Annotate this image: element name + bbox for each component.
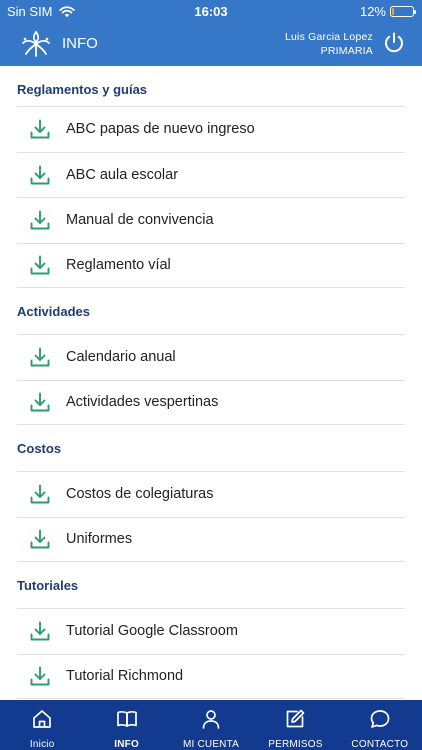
- home-icon: [31, 708, 53, 735]
- battery-fill: [392, 8, 394, 15]
- tab-label: CONTACTO: [351, 739, 409, 750]
- download-item[interactable]: ABC aula escolar: [17, 151, 405, 198]
- school-logo-icon: [22, 30, 50, 57]
- app-header: INFO Luis Garcia Lopez PRIMARIA: [0, 22, 422, 66]
- download-item-label: Tutorial Richmond: [66, 668, 184, 685]
- logout-power-icon[interactable]: [382, 31, 406, 55]
- download-item[interactable]: Reglamento víal: [17, 242, 405, 288]
- download-icon: [29, 346, 51, 368]
- download-item-label: Actividades vespertinas: [66, 394, 219, 411]
- tab-inicio[interactable]: Inicio: [0, 700, 84, 750]
- tab-label: MI CUENTA: [182, 739, 240, 750]
- download-item-label: Calendario anual: [66, 349, 176, 366]
- section-title: Tutoriales: [17, 578, 79, 593]
- user-level: PRIMARIA: [320, 45, 373, 57]
- download-icon: [29, 118, 51, 140]
- battery-icon: [390, 6, 416, 17]
- header-title: INFO: [62, 35, 98, 52]
- tab-label: PERMISOS: [268, 739, 323, 750]
- download-item-label: Manual de convivencia: [66, 212, 214, 229]
- download-item-label: Costos de colegiaturas: [66, 486, 214, 503]
- download-item-label: ABC papas de nuevo ingreso: [66, 121, 255, 138]
- section-title: Costos: [17, 441, 62, 456]
- download-icon: [29, 665, 51, 687]
- tab-contacto[interactable]: CONTACTO: [338, 700, 422, 750]
- tab-mi-cuenta[interactable]: MI CUENTA: [169, 700, 253, 750]
- download-icon: [29, 391, 51, 413]
- download-item[interactable]: Uniformes: [17, 516, 405, 562]
- tab-permisos[interactable]: PERMISOS: [253, 700, 337, 750]
- person-icon: [200, 708, 222, 735]
- status-right: 12%: [359, 4, 416, 19]
- status-time: 16:03: [194, 4, 228, 19]
- download-item-label: ABC aula escolar: [66, 166, 179, 183]
- download-icon: [29, 483, 51, 505]
- book-icon: [116, 708, 138, 735]
- section-title: Actividades: [17, 304, 90, 319]
- download-item[interactable]: Costos de colegiaturas: [17, 471, 405, 517]
- download-icon: [29, 528, 51, 550]
- download-item-label: Uniformes: [66, 531, 133, 548]
- user-name: Luis Garcia Lopez: [284, 31, 373, 43]
- download-item[interactable]: Manual de convivencia: [17, 197, 405, 243]
- chat-icon: [369, 708, 391, 735]
- download-item[interactable]: Tutorial Google Classroom: [17, 608, 405, 654]
- tab-label: Inicio: [29, 739, 55, 750]
- user-info: Luis Garcia Lopez PRIMARIA: [285, 30, 373, 58]
- tab-label: INFO: [114, 739, 139, 750]
- download-icon: [29, 620, 51, 642]
- tab-info[interactable]: INFO: [84, 700, 168, 750]
- download-icon: [29, 209, 51, 231]
- section-title: Reglamentos y guías: [17, 82, 148, 97]
- download-icon: [29, 254, 51, 276]
- download-item[interactable]: Calendario anual: [17, 334, 405, 380]
- download-item[interactable]: Actividades vespertinas: [17, 379, 405, 425]
- info-list: Reglamentos y guías ABC papas de nuevo in…: [0, 66, 422, 700]
- download-item-label: Tutorial Google Classroom: [66, 623, 238, 640]
- tab-bar: Inicio INFO MI CUENTA PERMISOS CONTACTO: [0, 700, 422, 750]
- download-item[interactable]: ABC papas de nuevo ingreso: [17, 106, 405, 152]
- status-bar: Sin SIM 16:03 12%: [0, 0, 422, 22]
- download-icon: [29, 164, 51, 186]
- battery-percent: 12%: [359, 4, 386, 19]
- edit-icon: [284, 708, 306, 735]
- download-item-label: Reglamento víal: [66, 257, 171, 274]
- download-item[interactable]: Tutorial Richmond: [17, 653, 405, 699]
